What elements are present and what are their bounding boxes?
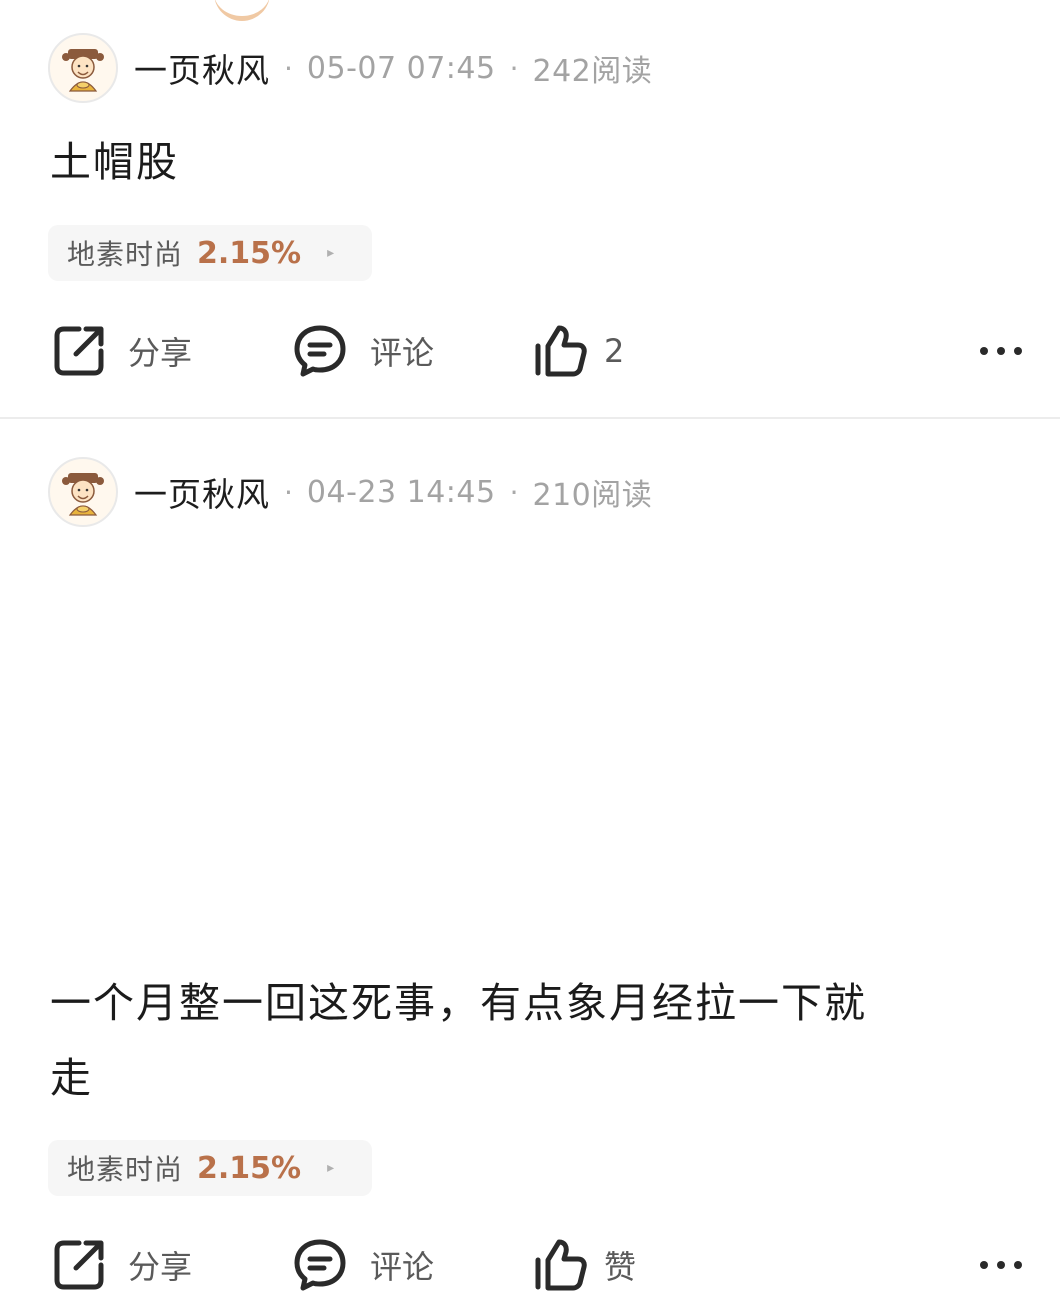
comment-label: 评论 — [370, 334, 435, 372]
post-text: 土帽股 — [50, 138, 179, 186]
share-button[interactable]: 分享 — [52, 321, 192, 381]
stock-tag[interactable]: 地素时尚 2.15% ▸ — [48, 225, 372, 281]
meta-separator: · — [509, 51, 519, 85]
comment-icon — [294, 1239, 346, 1291]
feed-post: 一页秋风 · 04-23 14:45 · 210阅读 一个月整一回这死事，有点象… — [0, 420, 1060, 1291]
meta-separator: · — [284, 475, 293, 509]
more-button[interactable] — [978, 321, 1024, 381]
thumbs-up-icon — [535, 1239, 587, 1291]
more-dots-icon — [980, 1261, 1022, 1269]
post-date: 05-07 07:45 — [306, 50, 496, 86]
like-button[interactable]: 2 — [532, 321, 624, 381]
read-count: 210阅读 — [532, 478, 653, 513]
avatar[interactable] — [48, 457, 118, 527]
more-dots-icon — [980, 347, 1022, 355]
like-label: 赞 — [604, 1248, 637, 1286]
post-actions: 分享 评论 赞 — [0, 1235, 1060, 1295]
comment-label: 评论 — [370, 1248, 435, 1286]
share-icon — [54, 1240, 104, 1290]
stock-change: 2.15% — [197, 235, 302, 271]
thumbs-up-icon — [535, 325, 587, 377]
caishen-avatar-icon — [62, 473, 104, 516]
caishen-avatar-icon — [62, 49, 104, 92]
comment-button[interactable]: 评论 — [292, 321, 434, 381]
share-label: 分享 — [128, 1248, 193, 1286]
post-date: 04-23 14:45 — [306, 474, 496, 510]
post-actions: 分享 评论 2 — [0, 321, 1060, 381]
like-count: 2 — [604, 332, 625, 370]
read-count: 242阅读 — [532, 54, 653, 89]
stock-name: 地素时尚 — [67, 1153, 184, 1186]
meta-separator: · — [284, 51, 293, 85]
feed-post: 一页秋风 · 05-07 07:45 · 242阅读 土帽股 地素时尚 2.15… — [0, 0, 1060, 418]
author-name[interactable]: 一页秋风 — [134, 468, 270, 516]
share-icon — [54, 326, 104, 376]
chevron-right-icon: ▸ — [327, 245, 335, 261]
author-name[interactable]: 一页秋风 — [134, 44, 270, 92]
post-text-continued: 走 — [50, 1054, 93, 1102]
post-content[interactable]: 土帽股 — [50, 137, 1030, 187]
post-content[interactable]: 一个月整一回这死事，有点象月经拉一下就 走 — [50, 978, 1030, 1103]
stock-change: 2.15% — [197, 1150, 302, 1186]
post-divider — [0, 417, 1060, 419]
like-button[interactable]: 赞 — [532, 1235, 636, 1295]
share-button[interactable]: 分享 — [52, 1235, 192, 1295]
stock-name: 地素时尚 — [67, 238, 184, 271]
avatar[interactable] — [48, 33, 118, 103]
meta-separator: · — [509, 475, 519, 509]
more-button[interactable] — [978, 1235, 1024, 1295]
comment-button[interactable]: 评论 — [292, 1235, 434, 1295]
post-text: 一个月整一回这死事，有点象月经拉一下就 — [50, 979, 867, 1027]
share-label: 分享 — [128, 334, 193, 372]
post-header: 一页秋风 · 04-23 14:45 · 210阅读 — [48, 456, 652, 528]
chevron-right-icon: ▸ — [327, 1160, 335, 1176]
stock-tag[interactable]: 地素时尚 2.15% ▸ — [48, 1140, 372, 1196]
comment-icon — [294, 325, 346, 377]
post-header: 一页秋风 · 05-07 07:45 · 242阅读 — [48, 32, 652, 104]
